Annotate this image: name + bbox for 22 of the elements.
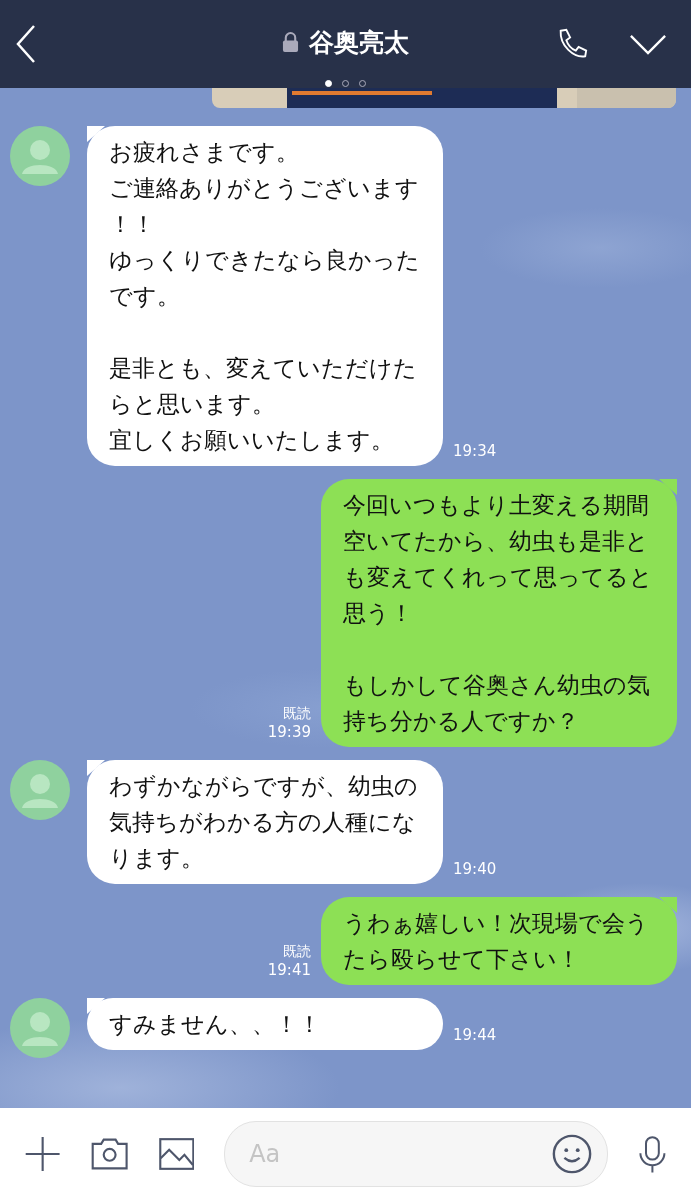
message-text: もしかして谷奥さん幼虫の気持ち分かる人ですか？ <box>343 671 651 736</box>
read-receipt: 既読 <box>283 705 311 723</box>
message-text: ご連絡ありがとうございます！！ <box>109 174 420 239</box>
message-time: 19:34 <box>453 442 497 460</box>
message-text: すみません、、！！ <box>109 1010 322 1039</box>
read-receipt: 既読 <box>283 943 311 961</box>
message-text: お疲れさまです。 <box>109 138 300 167</box>
emoji-icon[interactable] <box>551 1133 594 1175</box>
message-text: わずかながらですが、幼虫の気持ちがわかる方の人種になります。 <box>109 772 419 873</box>
message-time: 19:41 <box>267 961 311 979</box>
message-time: 19:40 <box>453 860 497 878</box>
message-time: 19:39 <box>267 723 311 741</box>
message-time: 19:44 <box>453 1026 497 1044</box>
message-text: 今回いつもより土変える期間空いてたから、幼虫も是非とも変えてくれって思ってると思う！ <box>343 491 654 628</box>
message-text: ゆっくりできたなら良かったです。 <box>109 246 421 311</box>
back-icon[interactable] <box>16 24 36 64</box>
image-icon[interactable] <box>158 1135 195 1173</box>
message-text: 宜しくお願いいたします。 <box>109 426 395 455</box>
chevron-down-icon[interactable] <box>629 33 667 55</box>
chat-title: 谷奥亮太 <box>309 27 409 59</box>
message-text: 是非とも、変えていただけたらと思います。 <box>109 354 418 419</box>
message-text: うわぁ嬉しい！次現場で会うたら殴らせて下さい！ <box>343 909 650 974</box>
